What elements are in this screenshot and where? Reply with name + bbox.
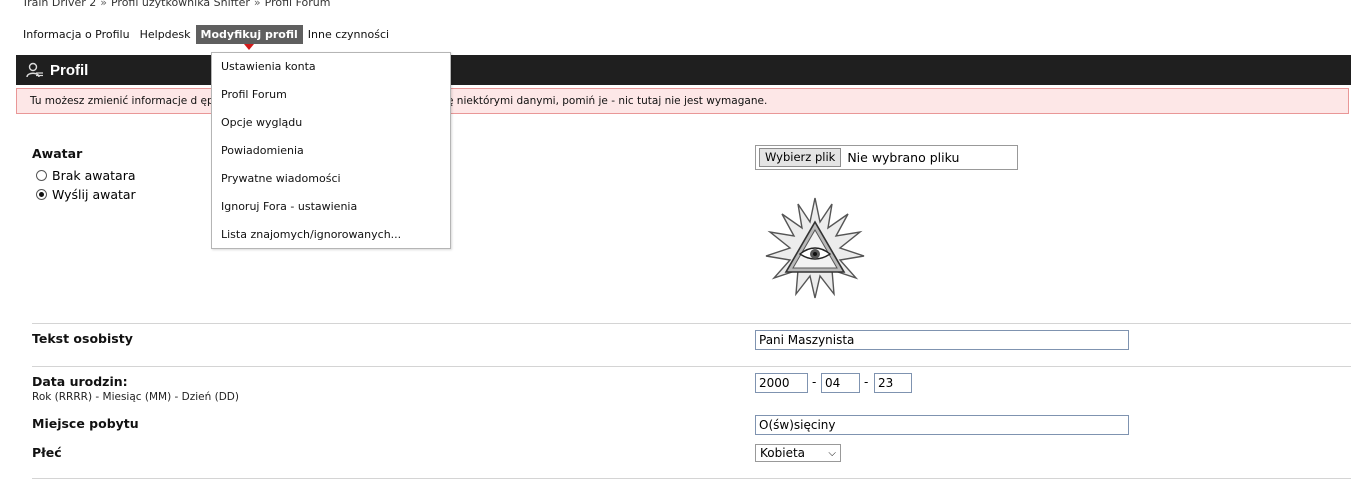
birthdate-hint: Rok (RRRR) - Miesiąc (MM) - Dzień (DD) xyxy=(32,391,239,403)
radio-label: Wyślij awatar xyxy=(52,187,136,202)
breadcrumb-item[interactable]: Train Driver 2 xyxy=(22,0,96,9)
radio-no-avatar[interactable]: Brak awatara xyxy=(36,168,136,183)
menu-item-forum-profile[interactable]: Profil Forum xyxy=(212,81,450,109)
modify-profile-dropdown: Ustawienia konta Profil Forum Opcje wygl… xyxy=(211,52,451,249)
chevron-down-icon: ⌵ xyxy=(828,448,836,459)
location-input[interactable]: O(św)sięciny xyxy=(755,415,1129,435)
profile-nav: Informacja o Profilu Helpdesk Modyfikuj … xyxy=(18,24,394,50)
breadcrumb-separator: » xyxy=(100,0,107,9)
gender-label: Płeć xyxy=(32,445,62,460)
page-title: Profil xyxy=(50,61,89,79)
date-separator: - xyxy=(864,375,869,389)
personal-text-input[interactable]: Pani Maszynista xyxy=(755,330,1129,350)
section-divider xyxy=(32,323,1351,324)
menu-item-buddy-ignore-list[interactable]: Lista znajomych/ignorowanych... xyxy=(212,221,450,249)
radio-upload-avatar[interactable]: Wyślij awatar xyxy=(36,187,136,202)
birth-day-input[interactable]: 23 xyxy=(874,373,912,393)
breadcrumb-item[interactable]: Profil Forum xyxy=(265,0,331,9)
birth-year-input[interactable]: 2000 xyxy=(755,373,808,393)
menu-item-ignore-boards[interactable]: Ignoruj Fora - ustawienia xyxy=(212,193,450,221)
radio-label: Brak awatara xyxy=(52,168,136,183)
menu-item-private-messages[interactable]: Prywatne wiadomości xyxy=(212,165,450,193)
nav-item-helpdesk[interactable]: Helpdesk xyxy=(135,25,196,44)
menu-item-account-settings[interactable]: Ustawienia konta xyxy=(212,53,450,81)
section-divider xyxy=(32,478,1351,479)
menu-item-notifications[interactable]: Powiadomienia xyxy=(212,137,450,165)
breadcrumb-separator: » xyxy=(253,0,261,9)
radio-button[interactable] xyxy=(36,170,47,181)
file-status-text: Nie wybrano pliku xyxy=(847,150,960,165)
section-divider xyxy=(32,366,1351,367)
nav-item-modify-profile[interactable]: Modyfikuj profil xyxy=(195,24,303,50)
gender-selected-value: Kobieta xyxy=(760,446,806,460)
eye-of-providence-icon xyxy=(765,197,865,299)
birthdate-label: Data urodzin: xyxy=(32,374,128,389)
birth-month-input[interactable]: 04 xyxy=(821,373,860,393)
location-label: Miejsce pobytu xyxy=(32,416,139,431)
user-profile-icon xyxy=(26,62,43,78)
nav-item-other-actions[interactable]: Inne czynności xyxy=(303,25,394,44)
radio-button-checked[interactable] xyxy=(36,189,47,200)
gender-select[interactable]: Kobieta ⌵ xyxy=(755,444,841,462)
menu-item-look-options[interactable]: Opcje wyglądu xyxy=(212,109,450,137)
avatar-file-input[interactable]: Wybierz plik Nie wybrano pliku xyxy=(755,145,1018,170)
breadcrumb: Train Driver 2» Profil użytkownika Shifte… xyxy=(22,0,330,9)
nav-item-profile-info[interactable]: Informacja o Profilu xyxy=(18,25,135,44)
avatar-label: Awatar xyxy=(32,146,83,161)
personal-text-label: Tekst osobisty xyxy=(32,331,133,346)
choose-file-button[interactable]: Wybierz plik xyxy=(759,148,842,167)
date-separator: - xyxy=(812,375,817,389)
breadcrumb-item[interactable]: Profil użytkownika Shifter xyxy=(111,0,250,9)
